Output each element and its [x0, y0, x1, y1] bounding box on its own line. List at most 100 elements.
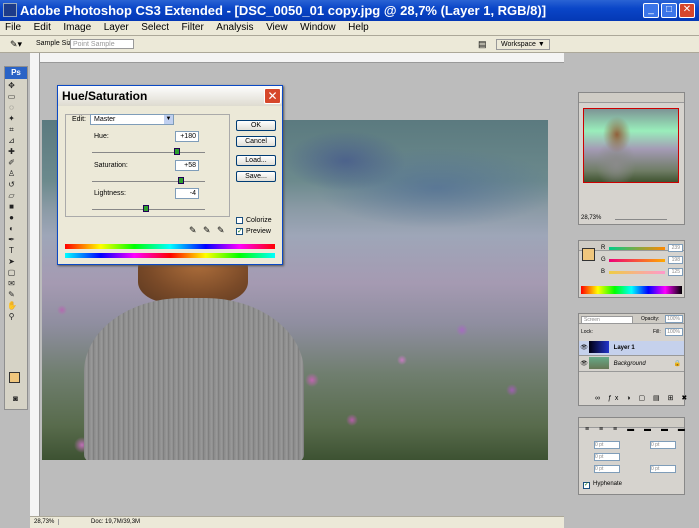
- healing-tool-icon[interactable]: ✚: [7, 147, 16, 156]
- opacity-label: Opacity:: [641, 316, 660, 322]
- colorize-checkbox[interactable]: [236, 217, 243, 224]
- crop-tool-icon[interactable]: ⌗: [7, 125, 16, 134]
- hue-slider-track[interactable]: [92, 152, 205, 153]
- type-tool-icon[interactable]: T: [7, 246, 16, 255]
- edit-channel-select[interactable]: Master ▼: [90, 114, 174, 125]
- hue-input[interactable]: +180: [175, 131, 199, 142]
- edit-channel-value: Master: [94, 116, 116, 123]
- alignment-icons[interactable]: ≡ ≡ ≡ ▬ ▬ ▬ ▬: [585, 426, 689, 433]
- menu-window[interactable]: Window: [295, 21, 341, 35]
- zoom-tool-icon[interactable]: ⚲: [7, 312, 16, 321]
- navigator-zoom-slider[interactable]: [615, 219, 667, 220]
- foreground-color-swatch[interactable]: [9, 372, 20, 383]
- ps-logo: Ps: [5, 67, 27, 79]
- r-label: R: [601, 245, 606, 251]
- cancel-button[interactable]: Cancel: [236, 136, 276, 147]
- menu-layer[interactable]: Layer: [99, 21, 134, 35]
- magic-wand-tool-icon[interactable]: ✦: [7, 114, 16, 123]
- close-button[interactable]: ✕: [679, 3, 695, 18]
- zoom-readout[interactable]: 28,73%: [30, 519, 60, 525]
- menu-image[interactable]: Image: [58, 21, 96, 35]
- pen-tool-icon[interactable]: ✒: [7, 235, 16, 244]
- dodge-tool-icon[interactable]: ◐: [7, 224, 16, 233]
- g-input[interactable]: 198: [668, 256, 683, 264]
- lock-icon: 🔒: [673, 361, 681, 367]
- lightness-input[interactable]: -4: [175, 188, 199, 199]
- menu-analysis[interactable]: Analysis: [211, 21, 258, 35]
- slice-tool-icon[interactable]: ⊿: [7, 136, 16, 145]
- eye-icon[interactable]: 👁: [579, 357, 589, 372]
- eraser-tool-icon[interactable]: ▱: [7, 191, 16, 200]
- lasso-tool-icon[interactable]: ◌: [7, 103, 16, 112]
- hue-slider-knob[interactable]: [173, 148, 180, 155]
- saturation-slider-track[interactable]: [92, 181, 205, 182]
- stamp-tool-icon[interactable]: ♙: [7, 169, 16, 178]
- eyedropper-tool-icon[interactable]: ✎▾: [10, 39, 22, 50]
- eyedropper-minus-icon[interactable]: ✎: [217, 225, 225, 236]
- window-title: Adobe Photoshop CS3 Extended - [DSC_0050…: [20, 3, 547, 18]
- color-fg-swatch[interactable]: [582, 248, 595, 261]
- menu-edit[interactable]: Edit: [29, 21, 56, 35]
- minimize-button[interactable]: _: [643, 3, 659, 18]
- shape-tool-icon[interactable]: ▢: [7, 268, 16, 277]
- fill-input[interactable]: 100%: [665, 328, 683, 336]
- blur-tool-icon[interactable]: ●: [7, 213, 16, 222]
- restore-button[interactable]: □: [661, 3, 677, 18]
- preview-label: Preview: [246, 228, 271, 235]
- b-input[interactable]: 125: [668, 268, 683, 276]
- navigator-zoom[interactable]: 28,73%: [581, 215, 601, 221]
- layer-row-background[interactable]: 👁 Background 🔒: [579, 357, 684, 372]
- space-after-input[interactable]: 0 pt: [650, 465, 676, 473]
- dialog-close-button[interactable]: ✕: [264, 88, 281, 104]
- menu-help[interactable]: Help: [343, 21, 374, 35]
- ok-button[interactable]: OK: [236, 120, 276, 131]
- girl-sweater: [84, 298, 304, 460]
- marquee-tool-icon[interactable]: ▭: [7, 92, 16, 101]
- r-input[interactable]: 239: [668, 244, 683, 252]
- blend-mode-select[interactable]: Screen: [581, 316, 633, 324]
- lightness-slider-knob[interactable]: [143, 205, 150, 212]
- toolbox: Ps ✥ ▭ ◌ ✦ ⌗ ⊿ ✚ ✐ ♙ ↺ ▱ ■ ● ◐ ✒ T ➤ ▢ ✉ ✎ ✋ ⚲ ◙: [4, 66, 28, 410]
- lightness-label: Lightness:: [94, 190, 126, 197]
- menu-file[interactable]: File: [0, 21, 26, 35]
- hyphenate-checkbox[interactable]: ✓: [583, 482, 590, 489]
- eye-icon[interactable]: 👁: [579, 341, 589, 356]
- saturation-slider-knob[interactable]: [178, 177, 185, 184]
- g-slider[interactable]: [609, 259, 665, 262]
- workspace-button[interactable]: Workspace ▼: [496, 39, 550, 50]
- left-indent-input[interactable]: 0 pt: [594, 441, 620, 449]
- color-spectrum-ramp[interactable]: [581, 286, 682, 294]
- eyedropper-icon[interactable]: ✎: [7, 290, 16, 299]
- saturation-label: Saturation:: [94, 162, 128, 169]
- opacity-input[interactable]: 100%: [665, 315, 683, 323]
- palette-well-icon[interactable]: ▤: [478, 39, 487, 50]
- preview-checkbox[interactable]: ✓: [236, 228, 243, 235]
- eyedropper-plus-icon[interactable]: ✎: [203, 225, 211, 236]
- right-indent-input[interactable]: 0 pt: [650, 441, 676, 449]
- menu-view[interactable]: View: [261, 21, 293, 35]
- first-line-indent-input[interactable]: 0 pt: [594, 453, 620, 461]
- sample-size-select[interactable]: Point Sample: [70, 39, 134, 49]
- quick-mask-icon[interactable]: ◙: [11, 394, 20, 403]
- layer-row-layer1[interactable]: 👁 Layer 1: [579, 341, 684, 356]
- navigator-thumbnail[interactable]: [583, 108, 679, 183]
- menu-filter[interactable]: Filter: [177, 21, 209, 35]
- path-select-icon[interactable]: ➤: [7, 257, 16, 266]
- eyedropper-icon[interactable]: ✎: [189, 225, 197, 236]
- b-slider[interactable]: [609, 271, 665, 274]
- move-tool-icon[interactable]: ✥: [7, 81, 16, 90]
- space-before-input[interactable]: 0 pt: [594, 465, 620, 473]
- notes-tool-icon[interactable]: ✉: [7, 279, 16, 288]
- gradient-tool-icon[interactable]: ■: [7, 202, 16, 211]
- layers-footer-icons[interactable]: ∞ ƒx ◑ ▢ ▤ ⊞ ✖: [595, 394, 690, 402]
- r-slider[interactable]: [609, 247, 665, 250]
- brush-tool-icon[interactable]: ✐: [7, 158, 16, 167]
- save-button[interactable]: Save...: [236, 171, 276, 182]
- load-button[interactable]: Load...: [236, 155, 276, 166]
- history-brush-icon[interactable]: ↺: [7, 180, 16, 189]
- hand-tool-icon[interactable]: ✋: [7, 301, 17, 310]
- saturation-input[interactable]: +58: [175, 160, 199, 171]
- hue-label: Hue:: [94, 133, 109, 140]
- menu-select[interactable]: Select: [136, 21, 174, 35]
- layer-name: Layer 1: [613, 345, 635, 351]
